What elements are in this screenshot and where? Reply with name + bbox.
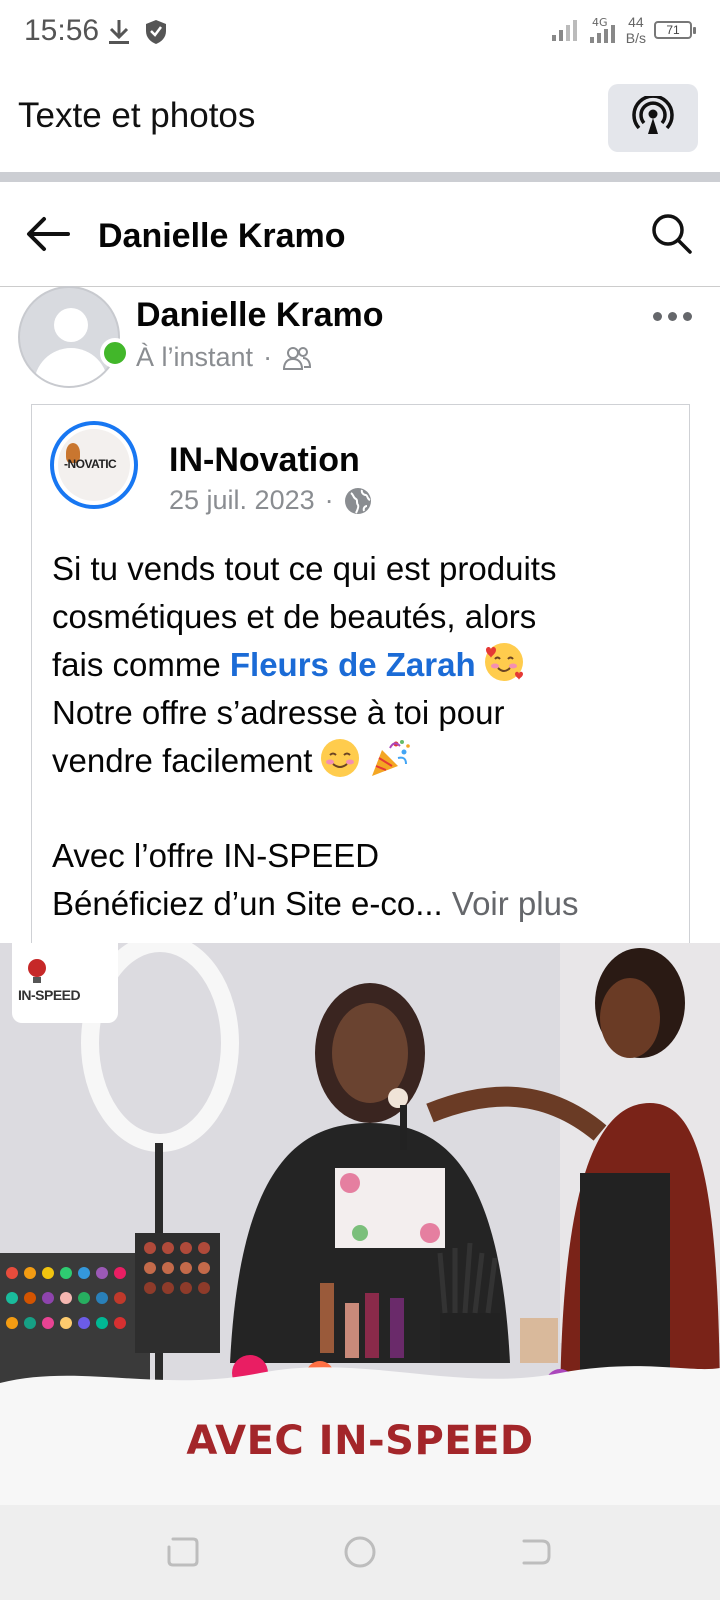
post-text-line: Si tu vends tout ce qui est produits <box>52 550 557 587</box>
more-dot <box>683 312 692 321</box>
post-text-fragment: fais comme <box>52 646 230 683</box>
profile-nav: Danielle Kramo <box>0 182 720 287</box>
avatar-placeholder-body <box>34 348 108 386</box>
broadcast-icon <box>632 96 674 134</box>
see-more-link[interactable]: Voir plus <box>452 885 579 922</box>
app-header: Texte et photos <box>0 66 720 172</box>
post-text-line: Avec l’offre IN-SPEED <box>52 837 380 874</box>
avatar-placeholder-head <box>54 308 88 342</box>
more-options-button[interactable] <box>653 312 692 321</box>
speed-unit: B/s <box>625 30 646 46</box>
post-text-line: Notre offre s’adresse à toi pour <box>52 693 505 731</box>
broadcast-button[interactable] <box>608 84 698 152</box>
shared-post-meta: 25 juil. 2023 · <box>169 485 372 516</box>
svg-text:4G: 4G <box>592 16 608 29</box>
image-logo-text: IN-SPEED <box>18 987 81 1003</box>
status-right: 4G 44 B/s 71 <box>550 14 696 46</box>
empty-line <box>52 785 682 833</box>
post-image[interactable]: IN-SPEED AVEC IN-SPEED <box>0 943 720 1505</box>
shared-page-name[interactable]: IN-Novation <box>169 441 360 480</box>
smiling-face-emoji-icon <box>321 739 360 777</box>
meta-separator: · <box>263 342 273 372</box>
page-logo-text: -NOVATIC <box>64 457 117 471</box>
more-dot <box>668 312 677 321</box>
shield-icon <box>146 20 166 44</box>
post-text-line: vendre facilement <box>52 736 682 785</box>
shared-post-card[interactable]: -NOVATIC IN-Novation 25 juil. 2023 · Si … <box>31 404 690 944</box>
post-text-fragment: vendre facilement <box>52 742 313 779</box>
recent-apps-icon[interactable] <box>164 1533 202 1571</box>
status-time: 15:56 <box>24 14 100 47</box>
post-text-line: fais comme Fleurs de Zarah <box>52 640 682 689</box>
network-speed: 44 B/s <box>626 14 646 46</box>
speed-value: 44 <box>628 14 644 30</box>
profile-nav-title: Danielle Kramo <box>98 217 346 255</box>
smiling-face-with-hearts-emoji-icon <box>484 643 523 681</box>
image-brand-logo: IN-SPEED <box>12 943 118 1023</box>
arrow-left-icon <box>27 217 70 251</box>
image-caption: AVEC IN-SPEED <box>186 1418 534 1464</box>
page-logo[interactable]: -NOVATIC <box>50 421 138 509</box>
system-nav-bar <box>0 1505 720 1600</box>
status-icons-left <box>106 18 168 46</box>
battery-icon: 71 <box>654 21 696 39</box>
app-header-title: Texte et photos <box>18 96 256 135</box>
signal-4g-icon: 4G <box>589 16 615 43</box>
online-status-dot <box>100 338 130 368</box>
search-icon <box>652 214 692 254</box>
status-bar: 15:56 4G 44 B/s 71 <box>0 0 720 66</box>
signal-icon <box>551 20 577 41</box>
home-icon[interactable] <box>341 1533 379 1571</box>
download-icon <box>109 20 129 44</box>
post-header: Danielle Kramo À l’instant · <box>0 286 720 398</box>
page-logo-inner: -NOVATIC <box>58 429 130 501</box>
shared-post-text: Si tu vends tout ce qui est produits cos… <box>52 545 682 927</box>
friends-audience-icon <box>283 346 312 370</box>
avatar[interactable] <box>18 286 120 388</box>
post-text-line: cosmétiques et de beautés, alors <box>52 597 537 635</box>
back-button[interactable] <box>24 214 72 254</box>
more-dot <box>653 312 662 321</box>
section-divider <box>0 172 720 182</box>
bulb-icon <box>28 959 46 983</box>
party-popper-emoji-icon <box>372 740 411 776</box>
search-button[interactable] <box>650 212 694 256</box>
post-text-fragment: Bénéficiez d’un Site e-co... <box>52 884 443 922</box>
shared-post-date[interactable]: 25 juil. 2023 <box>169 485 315 516</box>
post-author[interactable]: Danielle Kramo <box>136 296 384 335</box>
post-text-line: Bénéficiez d’un Site e-co... Voir plus <box>52 880 682 928</box>
meta-separator: · <box>324 485 334 515</box>
post-timestamp[interactable]: À l’instant <box>136 342 253 373</box>
mention-link[interactable]: Fleurs de Zarah <box>230 646 476 683</box>
post-meta: À l’instant · <box>136 342 312 373</box>
back-nav-icon[interactable] <box>516 1533 554 1571</box>
globe-icon <box>344 487 371 514</box>
